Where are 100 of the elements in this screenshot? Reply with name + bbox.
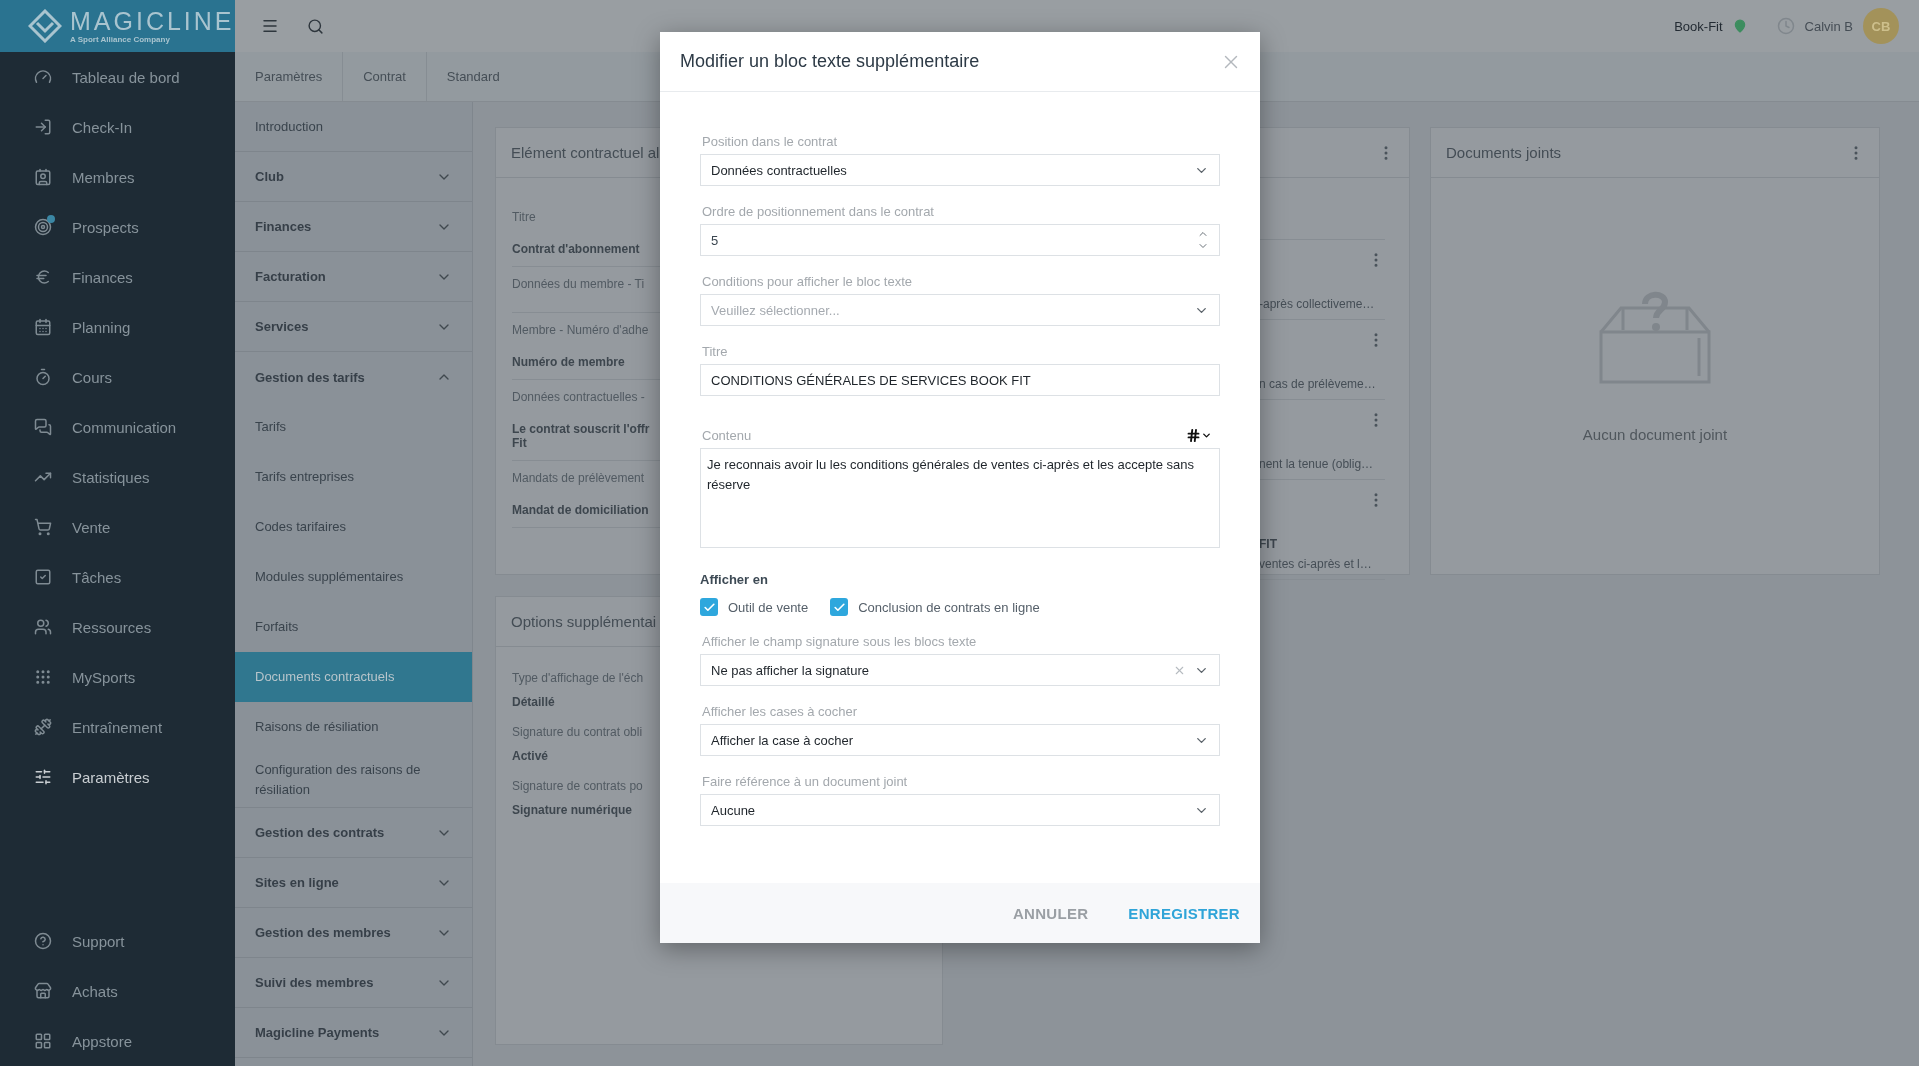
nav-item[interactable]: Planning: [0, 302, 235, 352]
option-label: Type d'affichage de l'éch: [512, 671, 644, 685]
location-name[interactable]: Book-Fit: [1674, 18, 1723, 34]
text-field[interactable]: CONDITIONS GÉNÉRALES DE SERVICES BOOK FIT: [700, 364, 1220, 396]
settings-group-label: Facturation: [255, 269, 326, 284]
settings-link[interactable]: Tarifs entreprises: [235, 452, 472, 502]
user-name[interactable]: Calvin B: [1804, 18, 1853, 34]
option-value: Activé: [512, 749, 549, 763]
settings-group[interactable]: Club: [235, 152, 472, 202]
nav-item[interactable]: Support: [0, 916, 235, 966]
settings-group[interactable]: Suivi des membres: [235, 958, 472, 1008]
element-label: Données contractuelles -: [512, 390, 645, 404]
settings-group[interactable]: Services: [235, 302, 472, 352]
breadcrumb-link[interactable]: Paramètres: [235, 52, 343, 101]
target-icon: [34, 218, 52, 236]
nav-item[interactable]: Achats: [0, 966, 235, 1016]
logo-icon: [28, 9, 62, 43]
dumbbell-icon: [34, 718, 52, 736]
settings-group[interactable]: Sites en ligne: [235, 858, 472, 908]
settings-link[interactable]: Documents contractuels: [235, 652, 472, 702]
login-icon: [34, 118, 52, 136]
breadcrumb-link[interactable]: Standard: [426, 52, 520, 101]
select-field[interactable]: Aucune: [700, 794, 1220, 826]
checkbox[interactable]: [830, 598, 849, 616]
empty-message: Aucun document joint: [1582, 425, 1728, 443]
euro-icon: [34, 268, 52, 286]
nav-item[interactable]: Statistiques: [0, 452, 235, 502]
settings-link[interactable]: Forfaits: [235, 602, 472, 652]
checkbox-label: Conclusion de contrats en ligne: [858, 599, 1040, 615]
settings-link[interactable]: Modules supplémentaires: [235, 552, 472, 602]
settings-group-label: Finances: [255, 219, 312, 234]
nav-item[interactable]: Tâches: [0, 552, 235, 602]
settings-group[interactable]: Gestion des membres: [235, 908, 472, 958]
card-title: Options supplémentai: [511, 613, 657, 630]
select-field[interactable]: Ne pas afficher la signature: [700, 654, 1220, 686]
element-value: Numéro de membre: [512, 355, 625, 369]
element-label: Mandats de prélèvement: [512, 471, 645, 485]
element-value: FIT: [1259, 537, 1277, 551]
help-icon: [34, 932, 52, 950]
field-label: Titre: [701, 344, 729, 359]
nav-item[interactable]: Check-In: [0, 102, 235, 152]
cancel-button[interactable]: ANNULER: [1012, 904, 1089, 922]
nav-item[interactable]: Vente: [0, 502, 235, 552]
nav-item[interactable]: Membres: [0, 152, 235, 202]
nav-item[interactable]: Ressources: [0, 602, 235, 652]
nav-item[interactable]: Appstore: [0, 1016, 235, 1066]
settings-link[interactable]: Configuration des raisons de résiliation: [235, 752, 472, 808]
select-field[interactable]: Afficher la case à cocher: [700, 724, 1220, 756]
field-label: Faire référence à un document joint: [701, 774, 909, 789]
element-text: nent la tenue (oblig…: [1259, 457, 1374, 471]
settings-group-label: Gestion des membres: [255, 925, 391, 940]
checkbox-icon: [34, 568, 52, 586]
settings-group-label: Club: [255, 169, 284, 184]
select-field[interactable]: Données contractuelles: [700, 154, 1220, 186]
settings-link[interactable]: Raisons de résiliation: [235, 702, 472, 752]
save-button[interactable]: ENREGISTRER: [1128, 904, 1240, 922]
nav-item[interactable]: MySports: [0, 652, 235, 702]
dot-grid-icon: [34, 668, 52, 686]
nav-item[interactable]: Finances: [0, 252, 235, 302]
nav-item[interactable]: Tableau de bord: [0, 52, 235, 102]
settings-group-label: Suivi des membres: [255, 975, 374, 990]
content-field[interactable]: Je reconnais avoir lu les conditions générales de ventes ci-après et les accepte sans réserve: [700, 448, 1220, 548]
settings-link[interactable]: Tarifs: [235, 402, 472, 452]
breadcrumb-link[interactable]: Contrat: [343, 52, 426, 101]
element-value: Fit: [512, 436, 528, 450]
calendar-icon: [34, 318, 52, 336]
number-field[interactable]: 5: [700, 224, 1220, 256]
nav-item[interactable]: Prospects: [0, 202, 235, 252]
settings-group-label: Services: [255, 319, 309, 334]
nav-item[interactable]: Entraînement: [0, 702, 235, 752]
location-pin-icon: [1732, 19, 1747, 33]
option-value: Signature numérique: [512, 803, 633, 817]
nav-item[interactable]: Cours: [0, 352, 235, 402]
settings-group-label: Gestion des tarifs: [255, 369, 365, 385]
settings-group[interactable]: Magicline Payments: [235, 1008, 472, 1058]
element-value: Contrat d'abonnement: [512, 242, 640, 256]
contact-card-icon: [34, 168, 52, 186]
element-label: Titre: [512, 210, 536, 224]
element-value: Le contrat souscrit l'offr: [512, 422, 650, 436]
element-text: -après collectiveme…: [1259, 297, 1375, 311]
chat-bubbles-icon: [34, 418, 52, 436]
nav-item[interactable]: Paramètres: [0, 752, 235, 802]
field-label: Afficher les cases à cocher: [701, 704, 859, 719]
settings-link[interactable]: Introduction: [235, 102, 472, 152]
settings-group[interactable]: Facturation: [235, 252, 472, 302]
settings-group[interactable]: Gestion des tarifs: [235, 352, 472, 402]
settings-link[interactable]: Codes tarifaires: [235, 502, 472, 552]
select-field[interactable]: Veuillez sélectionner...: [700, 294, 1220, 326]
search-icon: [307, 17, 324, 35]
grid-icon: [34, 1032, 52, 1050]
settings-group[interactable]: Finances: [235, 202, 472, 252]
users-icon: [34, 618, 52, 636]
settings-group[interactable]: Gestion des contrats: [235, 808, 472, 858]
hash-icon: [1186, 428, 1201, 443]
section-title: Afficher en: [700, 572, 769, 587]
card-title: Documents joints: [1446, 144, 1562, 161]
nav-item[interactable]: Communication: [0, 402, 235, 452]
element-label: Membre - Numéro d'adhe: [512, 323, 649, 337]
checkbox[interactable]: [700, 598, 718, 616]
settings-group-label: Magicline Payments: [255, 1025, 380, 1040]
